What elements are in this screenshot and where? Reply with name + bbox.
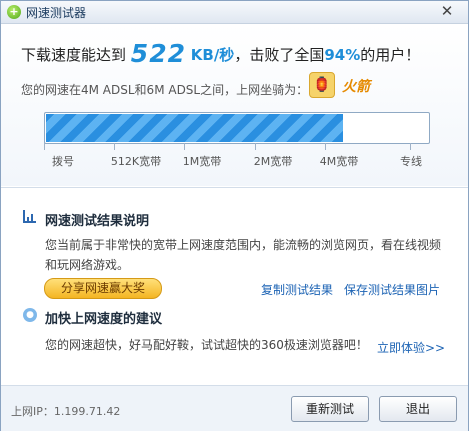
beat-percent: 94%: [324, 46, 361, 64]
scale-tick: [255, 143, 256, 150]
scale-label-4m: 4M宽带: [319, 155, 359, 168]
scale-tick: [114, 143, 115, 150]
section-divider: [1, 187, 468, 188]
window-title: 网速测试器: [26, 6, 87, 20]
scale-label-1m: 1M宽带: [182, 155, 222, 168]
mount-name: 火箭: [342, 79, 370, 95]
scale-tick: [184, 143, 185, 150]
speed-value: 522: [130, 39, 186, 68]
scale-tick: [325, 143, 326, 150]
result-panel: 下载速度能达到 522 KB/秒，击败了全国94%的用户！ 您的网速在4M AD…: [1, 24, 468, 186]
ip-address: 上网IP：1.199.71.42: [11, 405, 121, 418]
scale-ticks: [44, 143, 428, 153]
footer-bar: 上网IP：1.199.71.42 重新测试 退出: [1, 385, 468, 431]
speed-unit: KB/秒: [190, 46, 235, 64]
scale-label-512k: 512K宽带: [110, 155, 162, 168]
explanation-title: 网速测试结果说明: [45, 214, 150, 229]
try-now-link[interactable]: 立即体验>>: [377, 339, 445, 356]
chat-bubble-icon: ●: [23, 308, 37, 322]
scale-tick: [44, 143, 45, 150]
headline-prefix: 下载速度能达到: [21, 46, 127, 64]
headline-middle: ，击败了全国: [234, 46, 325, 64]
close-button[interactable]: ✕: [434, 2, 460, 20]
retest-button[interactable]: 重新测试: [291, 396, 369, 422]
scale-label-2m: 2M宽带: [253, 155, 293, 168]
scale-label-dedicated: 专线: [400, 155, 422, 168]
advice-text: 您的网速超快，好马配好鞍，试试超快的360极速浏览器吧！: [45, 338, 368, 352]
title-bar[interactable]: + 网速测试器 ✕: [1, 1, 468, 24]
lantern-icon: 🏮: [309, 72, 335, 98]
speed-progress-bar: [44, 112, 430, 144]
speed-range-text: 您的网速在4M ADSL和6M ADSL之间，上网坐骑为：: [21, 83, 309, 97]
save-result-image-link[interactable]: 保存测试结果图片: [344, 281, 440, 298]
speed-test-window: + 网速测试器 ✕ 下载速度能达到 522 KB/秒，击败了全国94%的用户！ …: [0, 0, 469, 431]
exit-button[interactable]: 退出: [379, 396, 457, 422]
scale-tick: [410, 143, 411, 150]
share-button[interactable]: 分享网速赢大奖: [44, 278, 162, 299]
copy-result-link[interactable]: 复制测试结果: [261, 281, 333, 298]
bar-chart-icon: [23, 210, 36, 223]
advice-title: 加快上网速度的建议: [45, 312, 163, 327]
speed-progress-fill: [46, 114, 343, 142]
speed-headline: 下载速度能达到 522 KB/秒，击败了全国94%的用户！: [21, 39, 420, 68]
scale-label-dialup: 拨号: [52, 155, 74, 168]
explanation-text: 您当前属于非常快的宽带上网速度范围内，能流畅的浏览网页，看在线视频和玩网络游戏。: [45, 238, 442, 272]
app-logo-icon: +: [7, 5, 21, 19]
headline-suffix: 的用户！: [360, 46, 421, 64]
